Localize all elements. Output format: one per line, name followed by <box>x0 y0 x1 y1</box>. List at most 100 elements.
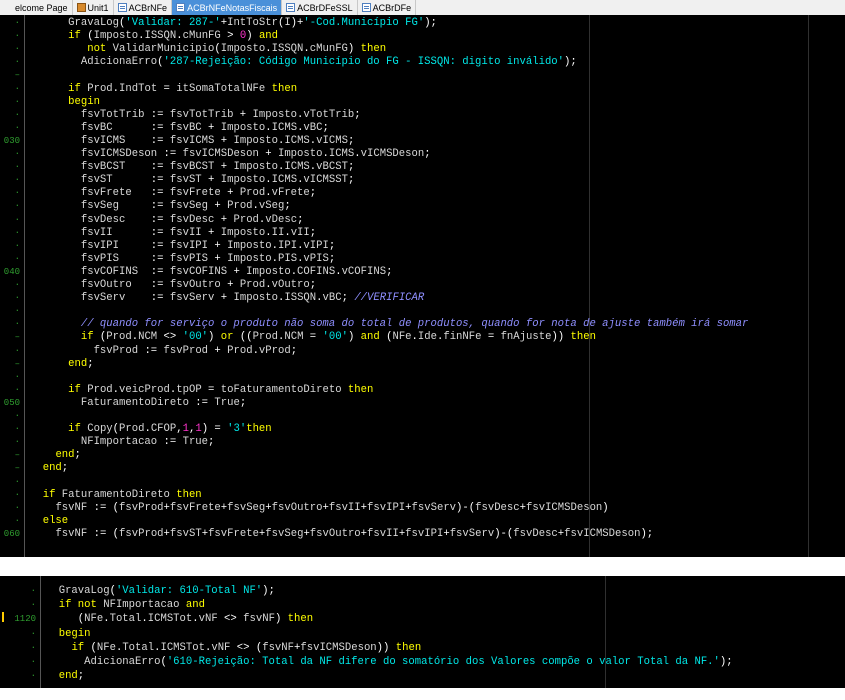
code-token: if <box>68 30 81 43</box>
tab-acbrnfe[interactable]: ACBrNFe <box>114 0 173 15</box>
code-token: fsvBC <box>169 121 202 134</box>
code-token: vICMS <box>316 134 348 147</box>
page-icon <box>117 3 127 12</box>
code-line[interactable]: FaturamentoDireto := True; <box>30 397 246 409</box>
code-line[interactable]: fsvII := fsvII + Imposto.II.vII; <box>30 227 316 239</box>
code-token: and <box>185 599 205 612</box>
tab-acbrnfenotasfiscais[interactable]: ACBrNFeNotasFiscais <box>172 0 283 15</box>
code-line[interactable]: fsvOutro := fsvOutro + Prod.vOutro; <box>30 279 316 291</box>
code-line[interactable]: fsvBC := fsvBC + Imposto.ICMS.vBC; <box>30 122 329 134</box>
tab-acbrdfe[interactable]: ACBrDFe <box>358 0 417 15</box>
code-line[interactable]: end; <box>30 358 93 370</box>
code-line[interactable]: else <box>30 515 68 527</box>
code-token: + <box>208 252 228 265</box>
code-token: fsvICMSDeson <box>80 148 158 160</box>
code-token: NCM <box>138 331 158 344</box>
code-token: + <box>214 161 234 174</box>
code-token: if <box>68 82 81 95</box>
code-line[interactable]: fsvCOFINS := fsvCOFINS + Imposto.COFINS.… <box>30 265 393 278</box>
code-token: := <box>138 265 170 278</box>
code-line[interactable]: GravaLog('Validar: 287-'+IntToStr(I)+'-C… <box>30 17 437 29</box>
code-line[interactable]: fsvTotTrib := fsvTotTrib + Imposto.vTotT… <box>30 109 361 121</box>
code-line[interactable]: AdicionaErro('287-Rejeição: Código Munic… <box>30 56 577 68</box>
code-token: ICMS <box>284 134 310 147</box>
code-token: ; <box>328 252 336 265</box>
code-line[interactable]: fsvICMSDeson := fsvICMSDeson + Imposto.I… <box>30 148 431 160</box>
code-token: + <box>220 279 240 291</box>
line-number: 030 <box>3 135 20 146</box>
code-line[interactable]: end; <box>30 462 68 474</box>
code-token: ISSQN <box>271 43 304 56</box>
code-token: ICMSTot <box>147 613 193 626</box>
code-token: Total <box>122 641 155 654</box>
code-token: ; <box>290 344 298 357</box>
code-token: vIPI <box>303 239 329 252</box>
code-line[interactable]: (NFe.Total.ICMSTot.vNF <> fsvNF) then <box>46 613 313 625</box>
code-token: fsvIPI <box>80 239 120 252</box>
code-token: fsvII <box>367 527 399 540</box>
code-line[interactable]: if not NFImportacao and <box>46 599 205 611</box>
code-token: ; <box>328 239 336 252</box>
code-line[interactable]: fsvFrete := fsvFrete + Prod.vFrete; <box>30 187 316 199</box>
code-line[interactable]: fsvDesc := fsvDesc + Prod.vDesc; <box>30 214 304 226</box>
code-token: vOutro <box>271 279 310 291</box>
code-line[interactable]: begin <box>30 96 100 108</box>
code-token: if <box>42 488 56 501</box>
code-token: )-( <box>494 527 514 540</box>
code-token: fsvCOFINS <box>169 265 228 278</box>
tab-unit1[interactable]: Unit1 <box>73 0 114 15</box>
code-line[interactable]: fsvNF := (fsvProd+fsvFrete+fsvSeg+fsvOut… <box>30 502 608 514</box>
tab-elcome-page[interactable]: elcome Page <box>0 0 73 15</box>
code-token: Imposto <box>233 161 278 174</box>
code-editor-bottom[interactable]: · GravaLog('Validar: 610-Total NF'); · if… <box>0 576 845 688</box>
code-line[interactable]: not ValidarMunicipio(Imposto.ISSQN.cMunF… <box>30 43 386 55</box>
code-token: Prod <box>87 82 113 95</box>
code-line[interactable]: if Copy(Prod.CFOP,1,1) = '3'then <box>30 423 272 435</box>
code-line[interactable]: if (Prod.NCM <> '00') or ((Prod.NCM = '0… <box>30 331 596 343</box>
line-number: · <box>14 437 20 448</box>
code-line[interactable]: if Prod.veicProd.tpOP = toFaturamentoDir… <box>30 384 373 396</box>
line-number: · <box>30 600 36 611</box>
code-line[interactable]: fsvST := fsvST + Imposto.ICMS.vICMSST; <box>30 174 354 186</box>
code-line[interactable]: if (NFe.Total.ICMSTot.vNF <> (fsvNF+fsvI… <box>46 642 421 654</box>
code-line[interactable]: fsvSeg := fsvSeg + Prod.vSeg; <box>30 200 291 212</box>
code-token: )+ <box>290 17 304 29</box>
code-line[interactable]: fsvNF := (fsvProd+fsvST+fsvFrete+fsvSeg+… <box>30 528 653 540</box>
code-line[interactable]: fsvICMS := fsvICMS + Imposto.ICMS.vICMS; <box>30 135 354 147</box>
code-token: ; <box>284 200 291 213</box>
code-token: ; <box>347 161 355 174</box>
code-line[interactable]: if (Imposto.ISSQN.cMunFG > 0) and <box>30 30 278 42</box>
code-token: vBC <box>303 121 323 134</box>
code-token: cMunFG <box>309 43 348 56</box>
line-number: · <box>14 109 20 120</box>
code-editor-top[interactable]: · GravaLog('Validar: 287-'+IntToStr(I)+'… <box>0 15 845 557</box>
code-line[interactable]: GravaLog('Validar: 610-Total NF'); <box>46 585 275 597</box>
code-line[interactable]: if Prod.IndTot = itSomaTotalNFe then <box>30 83 297 95</box>
line-number: · <box>14 57 20 68</box>
code-line[interactable]: AdicionaErro('610-Rejeição: Total da NF … <box>46 656 732 668</box>
line-number: · <box>14 384 20 395</box>
code-token: True <box>214 396 240 409</box>
code-line[interactable]: end; <box>30 449 80 461</box>
code-token: := <box>131 187 170 200</box>
code-line[interactable]: fsvServ := fsvServ + Imposto.ISSQN.vBC; … <box>30 292 424 304</box>
code-token: ; <box>386 265 393 278</box>
code-line[interactable]: fsvPIS := fsvPIS + Imposto.PIS.vPIS; <box>30 253 335 265</box>
code-line[interactable]: fsvIPI := fsvIPI + Imposto.IPI.vIPI; <box>30 240 335 252</box>
code-line[interactable]: if FaturamentoDireto then <box>30 489 202 501</box>
code-line[interactable]: begin <box>46 628 91 640</box>
code-line[interactable]: end; <box>46 670 84 682</box>
tab-acbrdfessl[interactable]: ACBrDFeSSL <box>282 0 358 15</box>
code-token: Prod <box>252 331 278 344</box>
code-token: fsvFrete <box>80 187 132 200</box>
code-token: fsvSeg <box>169 200 209 213</box>
code-token: + <box>227 265 247 278</box>
code-line[interactable]: fsvBCST := fsvBCST + Imposto.ICMS.vBCST; <box>30 161 354 173</box>
code-line[interactable]: fsvProd := fsvProd + Prod.vProd; <box>30 344 298 357</box>
code-line[interactable]: // quando for serviço o produto não soma… <box>30 318 749 330</box>
code-token: fsvST <box>169 174 202 187</box>
code-line[interactable]: NFImportacao := True; <box>30 436 215 448</box>
